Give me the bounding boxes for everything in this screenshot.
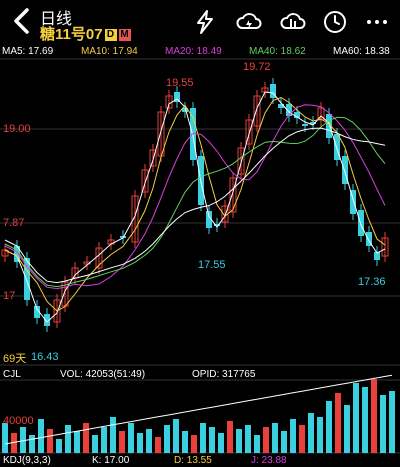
volume-bar bbox=[29, 435, 35, 453]
volume-bar bbox=[191, 435, 197, 453]
candlesticks bbox=[1, 78, 389, 332]
volume-axis-label: 40000 bbox=[3, 415, 34, 427]
kdj-j-value: J: 23.88 bbox=[251, 455, 287, 466]
volume-bar bbox=[173, 419, 179, 453]
opid-value: OPID: 317765 bbox=[192, 369, 256, 380]
volume-bar bbox=[164, 425, 170, 453]
volume-bar bbox=[353, 383, 359, 453]
low-price-label-1: 17.55 bbox=[198, 259, 226, 271]
volume-bar bbox=[200, 423, 206, 453]
volume-bar bbox=[155, 437, 161, 453]
volume-bar bbox=[92, 435, 98, 453]
volume-bar bbox=[137, 433, 143, 453]
volume-bar bbox=[236, 429, 242, 453]
volume-bar bbox=[65, 425, 71, 453]
y-axis-label-3: 17 bbox=[3, 290, 16, 302]
volume-bar bbox=[281, 431, 287, 453]
volume-bar bbox=[317, 417, 323, 453]
volume-bar bbox=[101, 427, 107, 453]
candle-body bbox=[302, 124, 308, 126]
vol-value: VOL: 42053(51:49) bbox=[60, 369, 146, 380]
volume-bar bbox=[83, 423, 89, 453]
volume-bar bbox=[362, 387, 368, 453]
volume-bar bbox=[119, 431, 125, 453]
volume-bar bbox=[380, 395, 386, 453]
volume-bar bbox=[74, 431, 80, 453]
volume-bar bbox=[146, 429, 152, 453]
volume-bar bbox=[245, 425, 251, 453]
volume-bar bbox=[344, 405, 350, 453]
low-price-label-2: 17.36 bbox=[358, 276, 386, 288]
volume-bar bbox=[47, 429, 53, 453]
volume-bar bbox=[308, 413, 314, 453]
kdj-k-value: K: 17.00 bbox=[92, 455, 130, 466]
volume-bar bbox=[209, 427, 215, 453]
volume-bar bbox=[326, 401, 332, 453]
volume-bar bbox=[110, 417, 116, 453]
volume-bar bbox=[218, 433, 224, 453]
volume-bar bbox=[272, 423, 278, 453]
kdj-d-value: D: 13.55 bbox=[174, 455, 212, 466]
kline-chart[interactable] bbox=[0, 0, 400, 467]
volume-bar bbox=[254, 435, 260, 453]
volume-bar bbox=[389, 391, 395, 453]
candle-body bbox=[358, 210, 364, 236]
volume-bar bbox=[182, 431, 188, 453]
volume-bar bbox=[335, 393, 341, 453]
low-price-label-3: 16.43 bbox=[31, 351, 59, 363]
y-axis-label-2: 7.87 bbox=[3, 217, 25, 229]
volume-bar bbox=[2, 423, 8, 453]
volume-bar bbox=[56, 439, 62, 453]
cjl-label[interactable]: CJL bbox=[3, 369, 21, 380]
days-label: 69天 bbox=[3, 353, 27, 365]
volume-bar bbox=[263, 427, 269, 453]
volume-bars bbox=[2, 374, 395, 453]
volume-bar bbox=[227, 421, 233, 453]
open-interest-line bbox=[4, 374, 393, 445]
high-price-label-2: 19.72 bbox=[243, 61, 271, 73]
kdj-label[interactable]: KDJ(9,3,3) bbox=[3, 455, 51, 466]
volume-bar bbox=[371, 379, 377, 453]
volume-bar bbox=[299, 425, 305, 453]
y-axis-label-1: 19.00 bbox=[3, 123, 31, 135]
volume-bar bbox=[128, 423, 134, 453]
volume-bar bbox=[38, 419, 44, 453]
volume-bar bbox=[290, 419, 296, 453]
high-price-label-1: 19.55 bbox=[166, 77, 194, 89]
